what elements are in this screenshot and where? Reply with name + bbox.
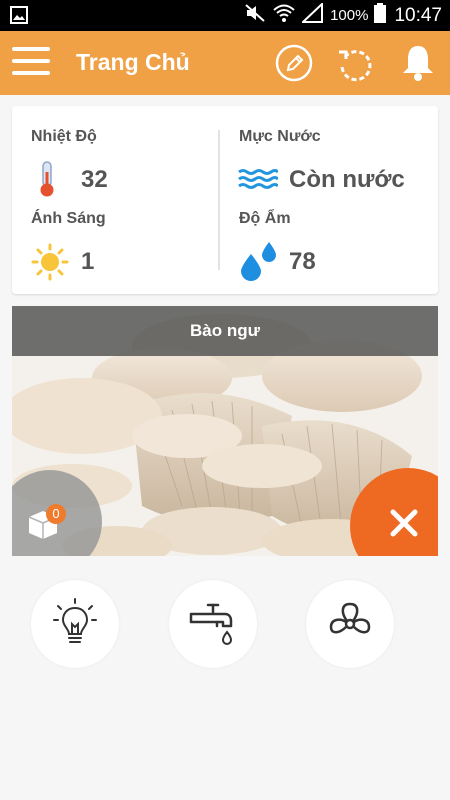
mushroom-panel[interactable]: Bào ngư 0 [12, 306, 438, 556]
temperature-label: Nhiệt Độ [31, 128, 97, 145]
temperature-value: 32 [81, 166, 108, 193]
mushroom-name: Bào ngư [190, 321, 260, 340]
lightbulb-icon [53, 598, 97, 643]
water-drops-icon [238, 240, 280, 287]
notification-button[interactable] [400, 42, 436, 82]
menu-icon [12, 47, 50, 75]
light-value: 1 [81, 248, 95, 275]
battery-percent: 100% [330, 7, 369, 24]
signal-icon [300, 1, 324, 28]
edit-icon [275, 44, 313, 82]
status-bar: 100% 10:47 [0, 0, 450, 31]
mute-icon [244, 3, 266, 28]
clock: 10:47 [394, 4, 442, 26]
water-waves-icon [238, 168, 280, 197]
pump-control-button[interactable] [169, 580, 257, 668]
humidity-label: Độ Ẩm [239, 210, 291, 227]
light-control-button[interactable] [31, 580, 119, 668]
refresh-button[interactable] [336, 43, 376, 83]
box-count-badge: 0 [46, 504, 66, 524]
edit-button[interactable] [275, 44, 313, 82]
water-level-label: Mực Nước [239, 128, 321, 145]
fan-control-button[interactable] [306, 580, 394, 668]
humidity-value: 78 [289, 248, 316, 275]
app-bar: Trang Chủ [0, 31, 450, 95]
sun-icon [31, 243, 69, 286]
faucet-icon [189, 603, 233, 645]
fan-icon [329, 602, 371, 634]
refresh-icon [339, 50, 372, 82]
battery-icon [374, 3, 387, 28]
sensor-card: Nhiệt Độ 32 Ánh Sáng 1 Mực Nước Còn nước… [12, 106, 438, 294]
bell-icon [403, 46, 433, 81]
light-label: Ánh Sáng [31, 210, 106, 227]
close-icon [390, 509, 418, 537]
page-title: Trang Chủ [76, 49, 190, 75]
card-divider [218, 130, 220, 270]
water-level-value: Còn nước [289, 166, 405, 193]
wifi-icon [272, 3, 296, 28]
menu-button[interactable] [12, 47, 50, 79]
gallery-icon [10, 6, 28, 29]
mushroom-name-bar: Bào ngư [12, 306, 438, 356]
thermometer-icon [36, 160, 58, 203]
